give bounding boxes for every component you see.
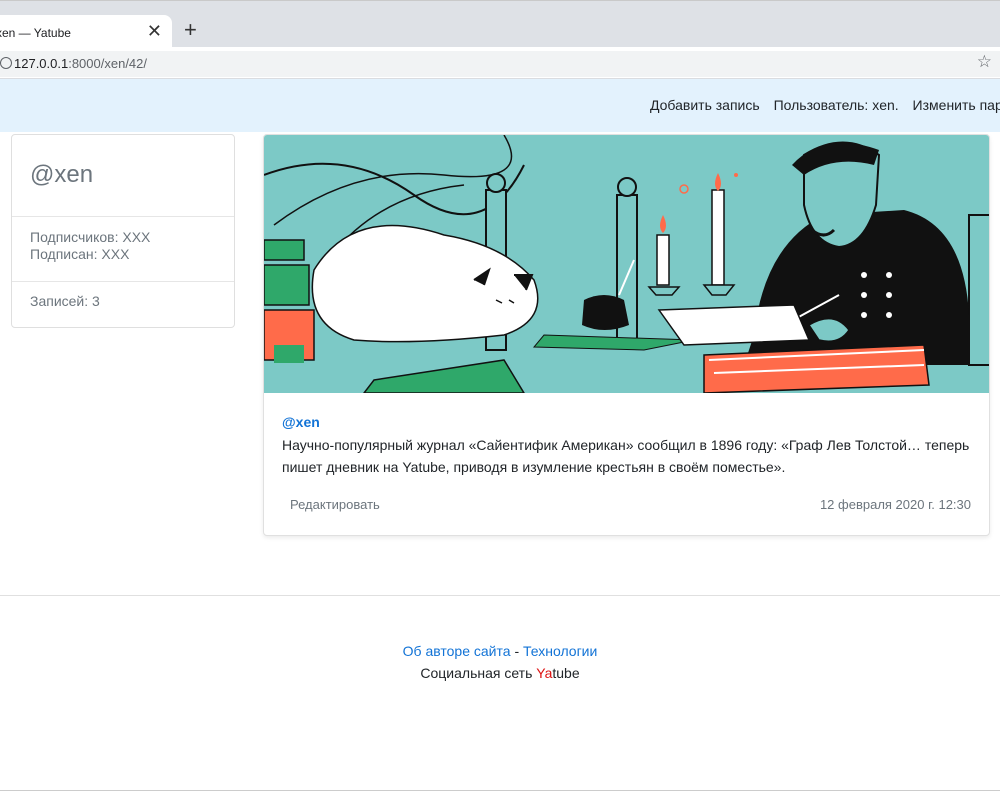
posts-count: Записей: 3	[30, 293, 100, 309]
info-icon[interactable]	[0, 57, 12, 69]
add-post-link[interactable]: Добавить запись	[650, 97, 760, 113]
divider	[12, 216, 234, 217]
star-icon[interactable]: ☆	[977, 52, 992, 72]
new-tab-icon[interactable]: +	[184, 19, 197, 41]
post-author-link[interactable]: @xen	[282, 414, 320, 430]
following-count: Подписан: XXX	[30, 246, 130, 262]
followers-count: Подписчиков: XXX	[30, 229, 151, 245]
technologies-link[interactable]: Технологии	[523, 643, 597, 659]
tab-title: xen — Yatube	[0, 26, 71, 40]
nav-links: Добавить запись Пользователь: xen. Измен…	[650, 97, 1000, 113]
tab-strip: xen — Yatube ✕ +	[0, 9, 1000, 53]
footer-separator: -	[514, 643, 520, 659]
site-navbar: Добавить запись Пользователь: xen. Измен…	[0, 79, 1000, 132]
browser-toolbar: 127.0.0.1:8000/xen/42/ ☆	[0, 47, 1000, 79]
post-date: 12 февраля 2020 г. 12:30	[819, 497, 971, 512]
brand-rest-part: tube	[552, 665, 580, 681]
close-icon[interactable]: ✕	[147, 21, 162, 41]
profile-username: @xen	[30, 161, 94, 188]
browser-chrome: xen — Yatube ✕ + 127.0.0.1:8000/xen/42/ …	[0, 0, 1000, 79]
post-illustration	[264, 135, 989, 393]
footer-tagline: Социальная сеть Yatube	[0, 665, 1000, 681]
footer-divider	[0, 595, 1000, 596]
footer-links: Об авторе сайта - Технологии	[0, 643, 1000, 659]
about-author-link[interactable]: Об авторе сайта	[403, 643, 511, 659]
change-password-link[interactable]: Изменить пароль	[913, 97, 1000, 113]
post-card: @xen Научно-популярный журнал «Сайентифи…	[263, 134, 990, 536]
post-text: Научно-популярный журнал «Сайентифик Аме…	[282, 437, 970, 475]
url-text[interactable]: 127.0.0.1:8000/xen/42/	[14, 56, 147, 71]
address-bar[interactable]: 127.0.0.1:8000/xen/42/ ☆	[0, 51, 1000, 77]
brand-red-part: Ya	[536, 665, 553, 681]
profile-card: @xen Подписчиков: XXX Подписан: XXX Запи…	[11, 134, 235, 328]
edit-post-link[interactable]: Редактировать	[290, 497, 380, 512]
window-bottom-border	[0, 790, 1000, 791]
user-label: Пользователь: xen.	[773, 97, 899, 113]
tagline-text: Социальная сеть	[420, 665, 537, 681]
divider	[12, 281, 234, 282]
